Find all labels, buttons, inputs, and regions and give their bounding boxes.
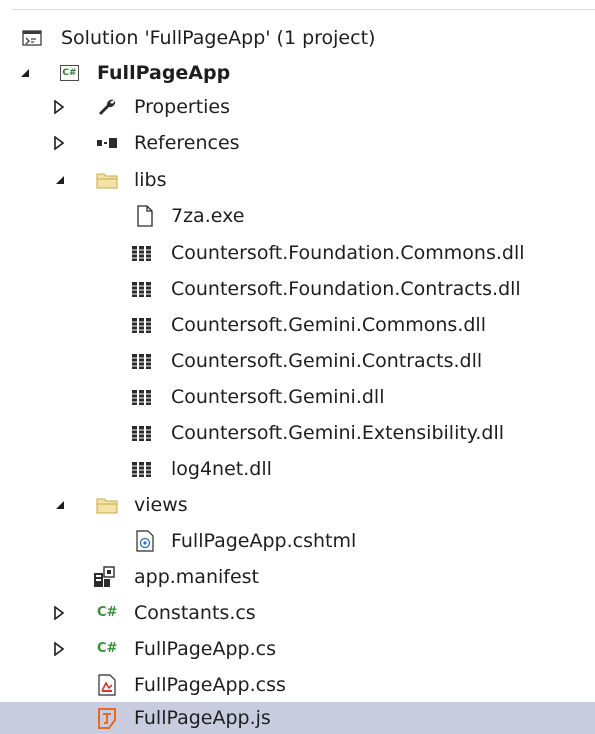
- tree-node-solution[interactable]: Solution 'FullPageApp' (1 project): [0, 20, 595, 56]
- js-file-icon: [98, 708, 116, 729]
- tree-node-label: views: [134, 494, 188, 516]
- tree-node-fullpageapp-cs-file[interactable]: C# FullPageApp.cs: [0, 631, 595, 667]
- cshtml-icon: [136, 530, 154, 552]
- tree-node-views-folder[interactable]: views: [0, 487, 595, 523]
- css-file-icon: [98, 674, 116, 696]
- tree-node-label: Countersoft.Gemini.Extensibility.dll: [171, 422, 505, 444]
- csharp-file-icon: C#: [97, 641, 118, 656]
- folder-icon: [96, 498, 118, 514]
- solution-explorer-tree: Solution 'FullPageApp' (1 project) C# Fu…: [0, 0, 595, 734]
- collapsed-arrow-icon[interactable]: [54, 100, 64, 114]
- tree-node-label: app.manifest: [134, 566, 260, 588]
- tree-node-dll[interactable]: Countersoft.Gemini.dll: [0, 379, 595, 415]
- csharp-file-icon: C#: [97, 605, 118, 620]
- tree-node-libs-folder[interactable]: libs: [0, 162, 595, 198]
- dll-icon: [132, 282, 151, 297]
- tree-node-label: Countersoft.Foundation.Commons.dll: [171, 242, 525, 264]
- manifest-icon: [94, 566, 115, 587]
- tree-node-label: Countersoft.Foundation.Contracts.dll: [171, 278, 521, 300]
- solution-icon: [22, 30, 42, 46]
- tree-node-cshtml-file[interactable]: FullPageApp.cshtml: [0, 523, 595, 559]
- tree-node-label: FullPageApp.js: [134, 707, 271, 729]
- tree-node-dll[interactable]: log4net.dll: [0, 451, 595, 487]
- tree-node-label: Solution 'FullPageApp' (1 project): [61, 27, 376, 49]
- tree-node-dll[interactable]: Countersoft.Gemini.Extensibility.dll: [0, 415, 595, 451]
- collapsed-arrow-icon[interactable]: [54, 136, 64, 150]
- expanded-arrow-icon[interactable]: [55, 175, 65, 185]
- collapsed-arrow-icon[interactable]: [54, 642, 64, 656]
- file-icon: [137, 205, 153, 227]
- tree-node-dll[interactable]: Countersoft.Foundation.Commons.dll: [0, 235, 595, 271]
- dll-icon: [132, 426, 151, 441]
- tree-node-project[interactable]: C# FullPageApp: [0, 55, 595, 91]
- wrench-icon: [99, 99, 116, 115]
- collapsed-arrow-icon[interactable]: [54, 606, 64, 620]
- tree-node-label: FullPageApp.css: [134, 674, 286, 696]
- folder-icon: [96, 173, 118, 189]
- tree-node-label: Countersoft.Gemini.Contracts.dll: [171, 350, 483, 372]
- tree-node-dll[interactable]: Countersoft.Foundation.Contracts.dll: [0, 271, 595, 307]
- tree-node-label: Properties: [134, 96, 231, 118]
- tree-node-label: FullPageApp: [97, 62, 231, 84]
- tree-node-manifest-file[interactable]: app.manifest: [0, 559, 595, 595]
- tree-node-constants-file[interactable]: C# Constants.cs: [0, 595, 595, 631]
- tree-node-properties[interactable]: Properties: [0, 89, 595, 125]
- tree-node-label: Countersoft.Gemini.Commons.dll: [171, 314, 486, 336]
- expanded-arrow-icon[interactable]: [55, 500, 65, 510]
- tree-node-dll[interactable]: Countersoft.Gemini.Commons.dll: [0, 307, 595, 343]
- tree-node-label: Constants.cs: [134, 602, 256, 624]
- csharp-project-icon: C#: [60, 65, 79, 81]
- tree-node-label: 7za.exe: [171, 205, 245, 227]
- dll-icon: [132, 318, 151, 333]
- dll-icon: [132, 390, 151, 405]
- tree-node-dll[interactable]: Countersoft.Gemini.Contracts.dll: [0, 343, 595, 379]
- tree-node-label: log4net.dll: [171, 458, 272, 480]
- tree-node-label: Countersoft.Gemini.dll: [171, 386, 385, 408]
- tree-node-references[interactable]: References: [0, 125, 595, 161]
- expanded-arrow-icon[interactable]: [20, 68, 30, 78]
- tree-top-border: [12, 9, 595, 10]
- references-icon: [97, 138, 117, 148]
- dll-icon: [132, 462, 151, 477]
- dll-icon: [132, 354, 151, 369]
- tree-node-label: FullPageApp.cshtml: [171, 530, 357, 552]
- tree-node-label: libs: [134, 169, 167, 191]
- tree-node-label: FullPageApp.cs: [134, 638, 276, 660]
- tree-node-file[interactable]: 7za.exe: [0, 198, 595, 234]
- tree-node-fullpageapp-js-file[interactable]: FullPageApp.js: [0, 702, 595, 734]
- tree-node-fullpageapp-css-file[interactable]: FullPageApp.css: [0, 667, 595, 703]
- tree-node-label: References: [134, 132, 240, 154]
- dll-icon: [132, 246, 151, 261]
